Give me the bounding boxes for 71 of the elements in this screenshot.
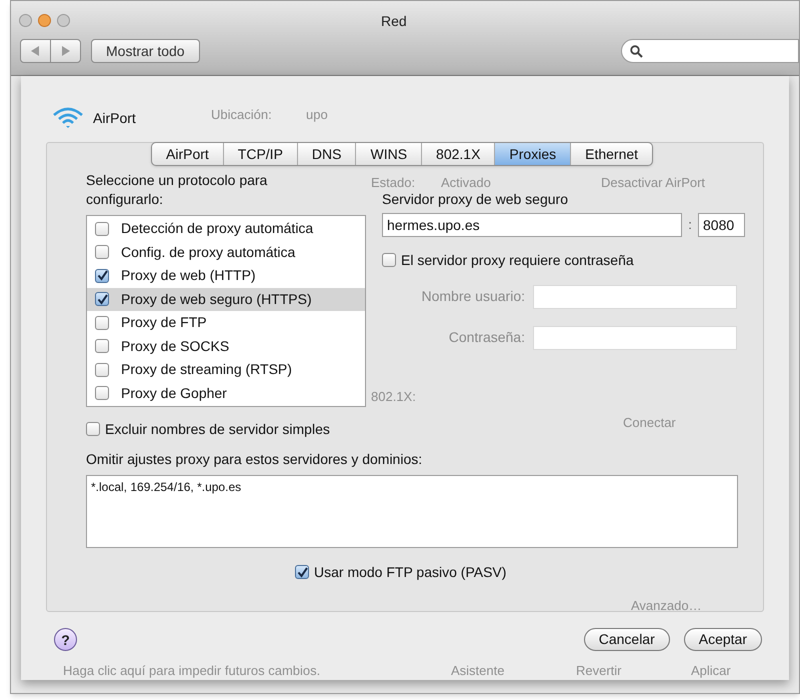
background-text: Avanzado… (631, 597, 702, 615)
protocol-item[interactable]: Proxy de web (HTTP) (87, 264, 365, 288)
tab[interactable]: DNS (296, 143, 356, 165)
background-text: 802.1X: (371, 388, 416, 406)
dialog-button[interactable]: Aceptar (684, 628, 762, 651)
help-button[interactable]: ? (54, 628, 77, 651)
background-text: Conectar (623, 414, 676, 432)
minimize-button[interactable] (38, 14, 51, 26)
port-separator: : (687, 216, 693, 234)
bypass-label: Omitir ajustes proxy para estos servidores y dominios: (86, 450, 424, 469)
protocol-item[interactable]: Detección de proxy automática (87, 217, 365, 240)
checkbox[interactable] (95, 386, 109, 400)
protocol-label: Proxy de web (HTTP) (121, 266, 256, 286)
checkbox[interactable] (95, 245, 109, 260)
background-text: Ubicación: (211, 106, 272, 124)
protocol-item[interactable]: Proxy de Gopher (87, 382, 365, 405)
checkbox[interactable] (95, 268, 109, 283)
zoom-button[interactable] (57, 14, 70, 26)
wifi-icon (51, 106, 85, 130)
tab[interactable]: Proxies (494, 143, 570, 165)
show-all-button[interactable]: Mostrar todo (91, 39, 200, 63)
passive-ftp-label: Usar modo FTP pasivo (PASV) (314, 562, 506, 582)
protocol-item[interactable]: Proxy de SOCKS (87, 334, 365, 358)
protocol-label: Proxy de streaming (RTSP) (121, 360, 292, 380)
background-text: Haga clic aquí para impedir futuros cambios. (63, 662, 320, 680)
checkbox[interactable] (95, 222, 109, 236)
protocol-item[interactable]: Config. de proxy automática (87, 240, 365, 264)
protocol-label: Proxy de FTP (121, 313, 207, 332)
port-field[interactable]: 8080 (698, 212, 745, 236)
server-label: Servidor proxy de web seguro (382, 190, 569, 209)
background-text: Desactivar AirPort (601, 174, 706, 192)
protocol-item[interactable]: Proxy de FTP (87, 311, 365, 334)
background-text: Activado (441, 174, 491, 192)
protocol-label: Config. de proxy automática (121, 242, 296, 262)
back-forward-control[interactable] (20, 39, 81, 63)
exclude-label: Excluir nombres de servidor simples (105, 420, 330, 439)
checkbox[interactable] (95, 316, 109, 330)
username-label: Nombre usuario: (420, 287, 526, 306)
checkbox[interactable] (382, 253, 396, 267)
background-text: Estado: (371, 174, 416, 192)
back-arrow-icon[interactable] (31, 46, 40, 56)
protocol-label: Proxy de SOCKS (121, 336, 230, 356)
checkbox[interactable] (95, 292, 109, 306)
protocol-label: Proxy de Gopher (121, 384, 227, 403)
dialog-button[interactable]: Cancelar (584, 628, 670, 651)
forward-arrow-icon[interactable] (61, 46, 70, 56)
background-text: Aplicar (691, 662, 731, 680)
search-icon (630, 44, 643, 58)
tab[interactable]: WINS (355, 143, 422, 165)
background-text: Revertir (576, 662, 622, 680)
background-text: Asistente (451, 662, 504, 680)
window-title: Red (381, 12, 407, 31)
password-required-label: El servidor proxy requiere contraseña (401, 250, 634, 270)
password-label: Contraseña: (448, 328, 526, 347)
tab[interactable]: AirPort (152, 143, 223, 165)
checkbox[interactable] (295, 565, 309, 579)
checkbox[interactable] (86, 422, 100, 436)
protocol-label: Proxy de web seguro (HTTPS) (121, 290, 312, 309)
server-field[interactable]: hermes.upo.es (382, 212, 682, 236)
checkbox[interactable] (95, 362, 109, 377)
search-field[interactable] (621, 39, 799, 63)
background-text: upo (306, 106, 328, 124)
close-button[interactable] (19, 14, 32, 26)
service-name: AirPort (93, 108, 136, 128)
protocol-label: Detección de proxy automática (121, 219, 314, 238)
protocol-item[interactable]: Proxy de web seguro (HTTPS) (87, 288, 365, 311)
tab[interactable]: TCP/IP (222, 143, 297, 165)
protocol-prompt: Seleccione un protocolo para configurarlo: (86, 171, 268, 209)
checkbox[interactable] (95, 339, 109, 354)
bypass-field[interactable]: *.local, 169.254/16, *.upo.es (86, 475, 738, 548)
protocol-item[interactable]: Proxy de streaming (RTSP) (87, 358, 365, 382)
